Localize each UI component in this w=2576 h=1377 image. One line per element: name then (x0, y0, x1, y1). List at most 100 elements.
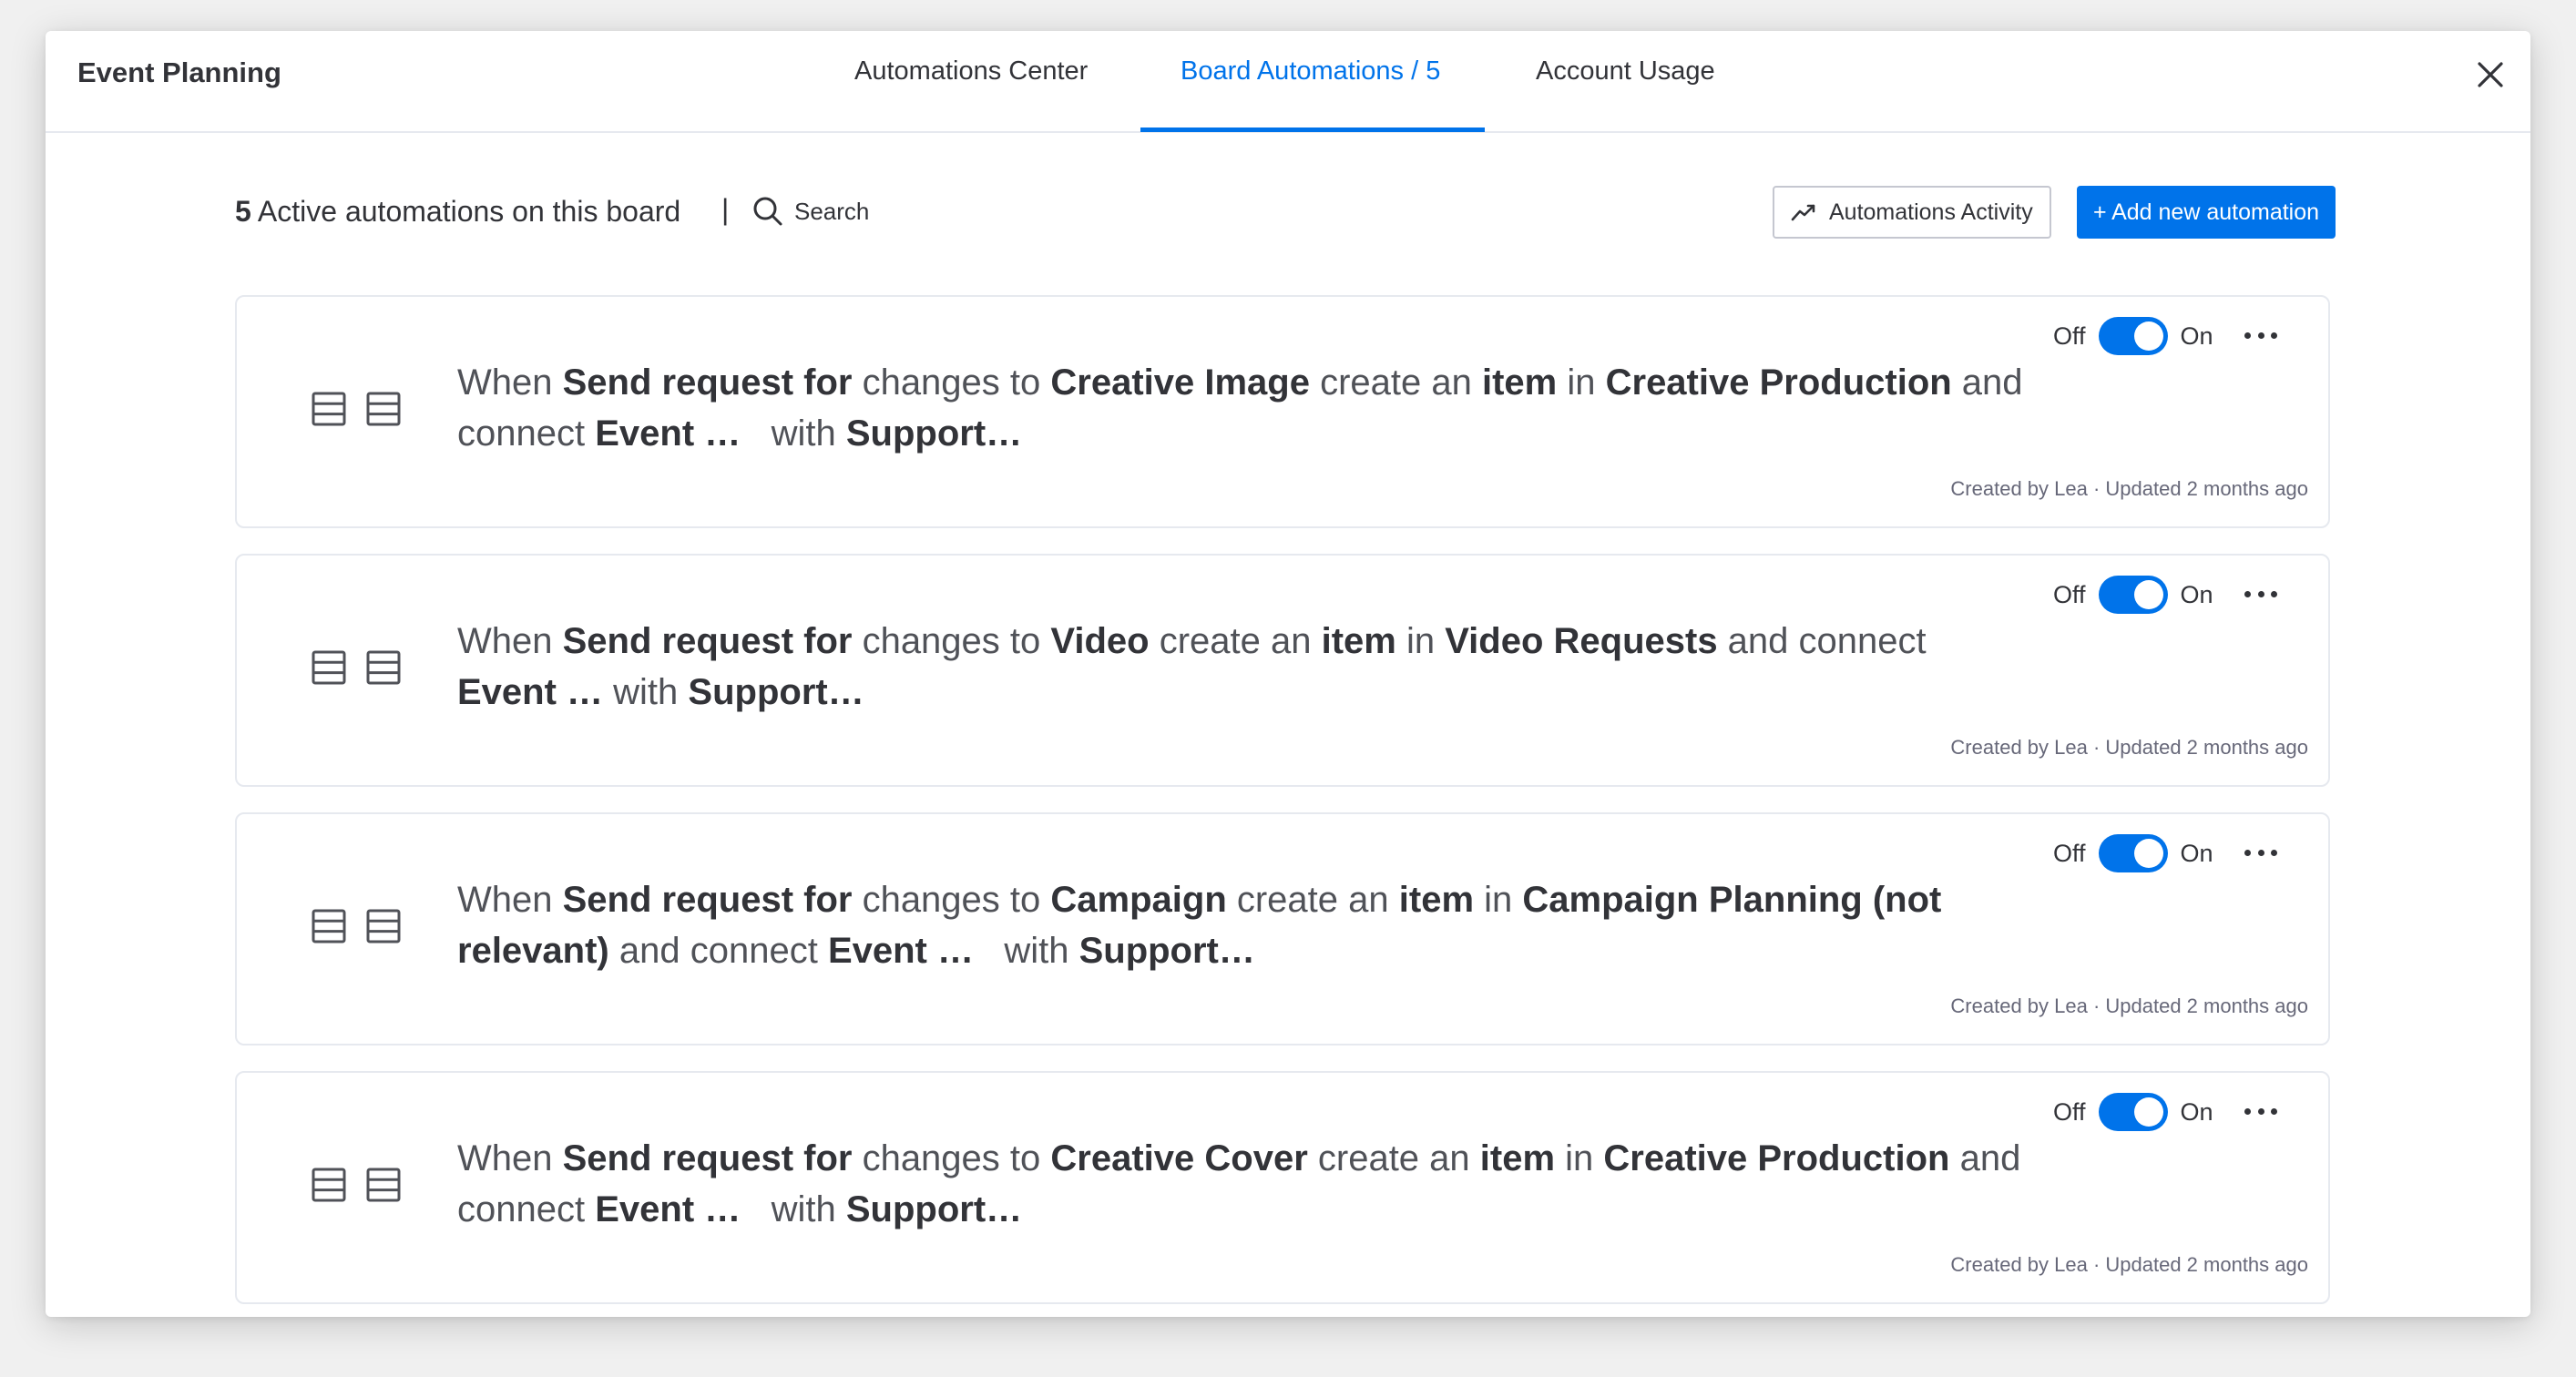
toggle-knob (2133, 839, 2163, 868)
automation-recipe-text: When Send request for changes to Creativ… (457, 1133, 2033, 1235)
automation-recipe-text: When Send request for changes to Video c… (457, 616, 2033, 718)
recipe-field: Video (1050, 621, 1150, 661)
board-table-icon (366, 392, 401, 426)
active-tab-indicator (1140, 128, 1485, 132)
recipe-field: Campaign (1050, 880, 1227, 920)
toggle-on-label: On (2180, 1097, 2213, 1126)
automations-activity-label: Automations Activity (1829, 199, 2033, 225)
toggle-on-label: On (2180, 580, 2213, 608)
board-table-icon (312, 392, 346, 426)
toggle-knob (2133, 1097, 2163, 1127)
recipe-field: item (1398, 880, 1475, 920)
dot (2244, 849, 2251, 856)
automation-toggle-group: Off On (2053, 576, 2213, 614)
recipe-word: When (457, 621, 563, 661)
recipe-field: Event … (595, 1189, 741, 1229)
automation-recipe-icons (312, 1168, 401, 1202)
more-options-button[interactable] (2244, 324, 2277, 346)
board-table-icon (312, 1168, 346, 1202)
more-options-button[interactable] (2244, 1100, 2277, 1122)
automation-meta: Created by Lea · Updated 2 months ago (1950, 994, 2308, 1017)
recipe-field: Support… (845, 1189, 1023, 1229)
board-table-icon (366, 909, 401, 944)
activity-chart-icon (1791, 204, 1815, 221)
tab-board-automations[interactable]: Board Automations / 5 (1181, 56, 1440, 87)
automation-toggle[interactable] (2098, 1093, 2168, 1131)
recipe-field: Creative Image (1050, 362, 1310, 403)
recipe-word: in (1395, 621, 1446, 661)
toggle-knob (2133, 580, 2163, 609)
recipe-field: Send request for (562, 880, 853, 920)
automation-meta: Created by Lea · Updated 2 months ago (1950, 1253, 2308, 1276)
recipe-word: and connect (1717, 621, 1937, 661)
automation-card[interactable]: When Send request for changes to Campaig… (235, 812, 2330, 1046)
recipe-field: Support… (845, 413, 1023, 454)
toggle-off-label: Off (2053, 1097, 2086, 1126)
recipe-field: item (1321, 621, 1396, 661)
dot (2271, 1107, 2277, 1115)
automations-modal: Event Planning Automations Center Board … (46, 31, 2530, 1317)
recipe-field: Send request for (562, 1138, 853, 1178)
recipe-field: Video Requests (1445, 621, 1718, 661)
toolbar-separator: | (721, 193, 730, 226)
recipe-field: item (1482, 362, 1558, 403)
board-table-icon (312, 650, 346, 685)
search-button[interactable]: Search (752, 193, 869, 230)
board-title: Event Planning (77, 56, 281, 88)
close-icon (2478, 62, 2503, 87)
recipe-word: in (1555, 1138, 1604, 1178)
recipe-field: Support… (688, 672, 864, 712)
recipe-field: Event … (457, 672, 604, 712)
recipe-word: changes to (852, 621, 1051, 661)
recipe-word: changes to (852, 362, 1051, 403)
recipe-word: changes to (852, 1138, 1051, 1178)
board-table-icon (366, 650, 401, 685)
recipe-word: When (457, 1138, 563, 1178)
add-new-automation-button[interactable]: + Add new automation (2077, 186, 2336, 239)
automation-card[interactable]: When Send request for changes to Video c… (235, 554, 2330, 787)
dot (2257, 1107, 2264, 1115)
recipe-word: create an (1309, 362, 1482, 403)
toggle-off-label: Off (2053, 580, 2086, 608)
automation-recipe-text: When Send request for changes to Creativ… (457, 357, 2033, 459)
automation-recipe-text: When Send request for changes to Campaig… (457, 874, 2033, 976)
recipe-word: and connect (608, 931, 828, 971)
toggle-on-label: On (2180, 321, 2213, 350)
recipe-field: Creative Cover (1050, 1138, 1308, 1178)
modal-header: Event Planning Automations Center Board … (46, 31, 2530, 133)
dot (2271, 849, 2277, 856)
toggle-off-label: Off (2053, 839, 2086, 867)
dot (2271, 590, 2277, 597)
board-table-icon (312, 909, 346, 944)
automation-recipe-icons (312, 909, 401, 944)
dot (2257, 332, 2264, 339)
automation-recipe-icons (312, 392, 401, 426)
toggle-knob (2133, 321, 2163, 351)
automation-toggle[interactable] (2098, 834, 2168, 872)
automation-toggle[interactable] (2098, 317, 2168, 355)
tab-automations-center[interactable]: Automations Center (854, 56, 1088, 87)
automation-card[interactable]: When Send request for changes to Creativ… (235, 295, 2330, 528)
more-options-button[interactable] (2244, 842, 2277, 863)
recipe-field: Send request for (562, 362, 853, 403)
recipe-word: in (1557, 362, 1606, 403)
dot (2244, 332, 2251, 339)
recipe-word: When (457, 880, 563, 920)
automation-recipe-icons (312, 650, 401, 685)
tab-account-usage[interactable]: Account Usage (1536, 56, 1715, 87)
recipe-word: in (1474, 880, 1523, 920)
recipe-field: Event … (595, 413, 741, 454)
recipe-word: create an (1307, 1138, 1480, 1178)
dot (2271, 332, 2277, 339)
recipe-field: Creative Production (1603, 1138, 1950, 1178)
dot (2257, 849, 2264, 856)
recipe-word: create an (1149, 621, 1322, 661)
automations-activity-button[interactable]: Automations Activity (1773, 186, 2051, 239)
dot (2244, 590, 2251, 597)
recipe-field: Send request for (562, 621, 853, 661)
more-options-button[interactable] (2244, 583, 2277, 605)
automation-card[interactable]: When Send request for changes to Creativ… (235, 1071, 2330, 1304)
close-button[interactable] (2469, 53, 2512, 97)
automation-toggle[interactable] (2098, 576, 2168, 614)
dot (2257, 590, 2264, 597)
